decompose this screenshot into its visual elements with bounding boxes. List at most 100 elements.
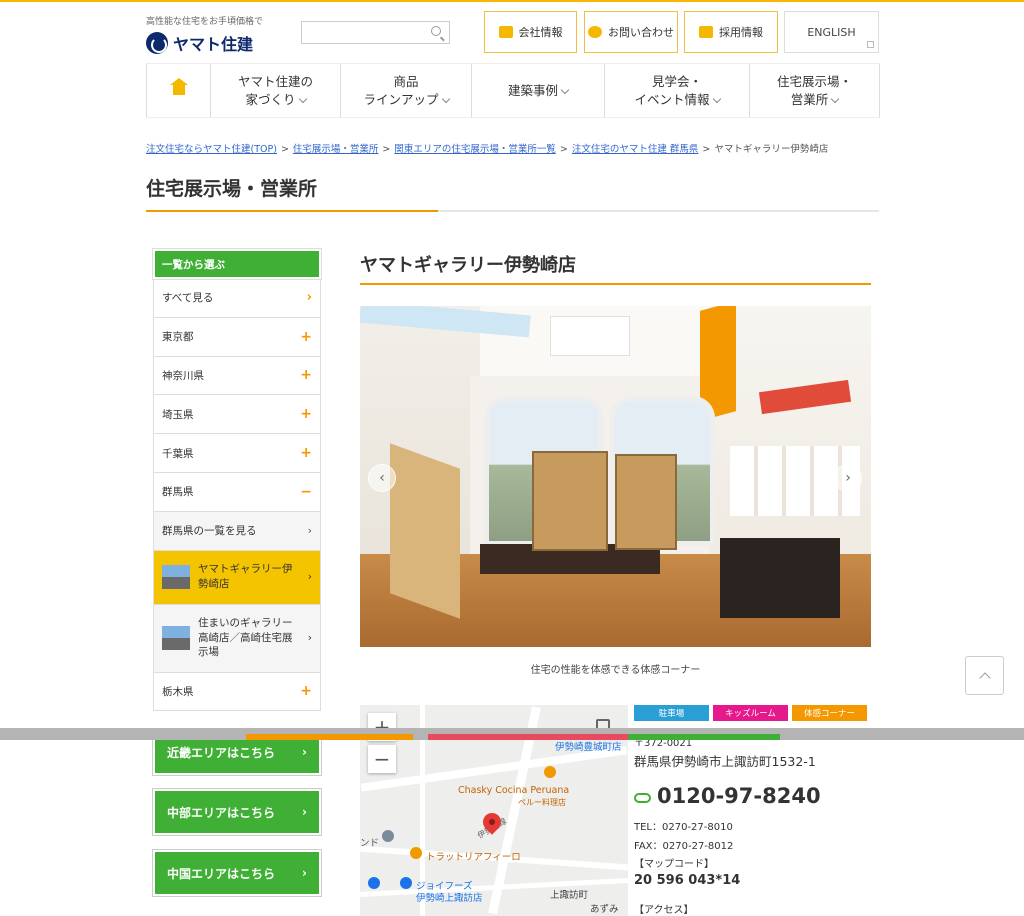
- map-zoom-out-button[interactable]: −: [368, 745, 396, 773]
- mapcode-value: 20 596 043*14: [634, 873, 741, 888]
- map-place-label: ンド: [360, 838, 380, 849]
- sidebar-store-label: 住まいのギャラリー高崎店／高崎住宅展示場: [198, 617, 293, 659]
- briefcase-icon: [699, 26, 713, 38]
- tag-experience-corner: 体感コーナー: [792, 705, 867, 721]
- page-title: 住宅展示場・営業所: [146, 178, 318, 200]
- plus-icon: +: [300, 406, 312, 423]
- nav-showrooms[interactable]: 住宅展示場・営業所: [749, 64, 880, 117]
- tel-number[interactable]: TEL：0270-27-8010: [634, 818, 733, 833]
- logo-text: ヤマト住建: [173, 35, 254, 54]
- chevron-down-icon: [560, 85, 570, 94]
- store-photo-carousel[interactable]: ‹ ›: [360, 306, 871, 647]
- area-button-label: 中部エリアはこちら: [167, 805, 276, 820]
- shopping-pin-icon[interactable]: [400, 877, 412, 889]
- tagline: 高性能な住宅をお手頃価格で: [146, 17, 264, 27]
- restaurant-pin-icon[interactable]: [544, 766, 556, 778]
- store-title-divider: [360, 283, 871, 285]
- map-area-label: 上諏訪町: [550, 890, 589, 901]
- breadcrumb-link[interactable]: 住宅展示場・営業所: [293, 144, 379, 155]
- breadcrumb-link[interactable]: 注文住宅のヤマト住建 群馬県: [572, 144, 699, 155]
- plus-icon: +: [300, 683, 312, 700]
- fax-number: FAX：0270-27-8012: [634, 841, 734, 852]
- photo-shelf: [390, 443, 460, 619]
- sidebar-store-takasaki[interactable]: 住まいのギャラリー高崎店／高崎住宅展示場 ›: [153, 604, 321, 673]
- sidebar-item-tokyo[interactable]: 東京都 +: [153, 317, 321, 357]
- map-place-label[interactable]: トラットリアフィーロ: [426, 849, 521, 863]
- chevron-right-icon: ›: [307, 571, 312, 584]
- breadcrumb-separator: >: [702, 144, 711, 155]
- sidebar-item-label: 神奈川県: [162, 369, 204, 382]
- nav-label: 営業所: [790, 91, 829, 107]
- sidebar-store-label: ヤマトギャラリー伊勢崎店: [198, 563, 293, 591]
- map-place-label[interactable]: 伊勢崎豊城町店: [555, 739, 622, 753]
- nav-label: 建築事例: [507, 82, 558, 98]
- sidebar-item-kanagawa[interactable]: 神奈川県 +: [153, 356, 321, 396]
- nav-lineup[interactable]: 商品ラインアップ: [340, 64, 471, 117]
- chevron-down-icon: [298, 94, 307, 103]
- store-address: 群馬県伊勢崎市上諏訪町1532-1: [634, 754, 816, 769]
- building-icon: [498, 26, 513, 38]
- breadcrumb-separator: >: [280, 144, 289, 155]
- restaurant-pin-icon[interactable]: [410, 847, 422, 859]
- sidebar-item-gunma[interactable]: 群馬県 −: [153, 472, 321, 512]
- chevron-right-icon: ›: [302, 805, 307, 819]
- recruit-button[interactable]: 採用情報: [684, 11, 778, 53]
- chevron-right-icon: ›: [307, 524, 312, 538]
- sidebar-item-label: 群馬県: [162, 486, 194, 499]
- chevron-right-icon: ›: [845, 470, 851, 486]
- chubu-area-button[interactable]: 中部エリアはこちら ›: [152, 788, 322, 836]
- carousel-prev-button[interactable]: ‹: [368, 464, 396, 492]
- breadcrumb-separator: >: [559, 144, 568, 155]
- photo-cork-board: [532, 451, 608, 551]
- map-area-label: あずみ: [590, 904, 619, 915]
- plus-icon: +: [300, 445, 312, 462]
- tag-parking: 駐車場: [634, 705, 709, 721]
- nav-label: 商品: [393, 74, 419, 89]
- nav-home[interactable]: [146, 64, 210, 117]
- nav-label: ラインアップ: [363, 91, 439, 107]
- overlay-tab-red[interactable]: [428, 734, 628, 740]
- chugoku-area-button[interactable]: 中国エリアはこちら ›: [152, 849, 322, 897]
- page-top-button[interactable]: [965, 656, 1004, 695]
- shopping-pin-icon[interactable]: [368, 877, 380, 889]
- nav-label: 家づくり: [245, 91, 296, 107]
- recruit-label: 採用情報: [719, 26, 763, 39]
- sidebar-sub-gunma-all[interactable]: 群馬県の一覧を見る ›: [153, 511, 321, 551]
- search-input[interactable]: [301, 21, 450, 44]
- breadcrumb-link[interactable]: 注文住宅ならヤマト住建(TOP): [146, 144, 277, 155]
- access-label: 【アクセス】: [634, 905, 694, 916]
- sidebar-item-saitama[interactable]: 埼玉県 +: [153, 395, 321, 435]
- english-label: ENGLISH: [807, 25, 856, 39]
- chevron-right-icon: ›: [302, 866, 307, 880]
- site-logo[interactable]: ヤマト住建: [146, 31, 253, 55]
- breadcrumb: 注文住宅ならヤマト住建(TOP) > 住宅展示場・営業所 > 関東エリアの住宅展示場・営…: [146, 141, 828, 155]
- sidebar-item-chiba[interactable]: 千葉県 +: [153, 434, 321, 473]
- plus-icon: +: [300, 367, 312, 384]
- contact-button[interactable]: お問い合わせ: [584, 11, 678, 53]
- sidebar-item-all[interactable]: すべて見る ›: [153, 279, 321, 318]
- area-button-label: 近畿エリアはこちら: [167, 745, 276, 760]
- store-thumbnail: [162, 565, 190, 590]
- nav-events[interactable]: 見学会・ イベント情報: [604, 64, 749, 117]
- breadcrumb-separator: >: [382, 144, 391, 155]
- photo-cork-board: [615, 454, 677, 550]
- search-icon[interactable]: [431, 26, 441, 36]
- contact-label: お問い合わせ: [608, 26, 674, 39]
- breadcrumb-link[interactable]: 関東エリアの住宅展示場・営業所一覧: [394, 144, 556, 155]
- nav-house-building[interactable]: ヤマト住建の 家づくり: [210, 64, 340, 117]
- carousel-next-button[interactable]: ›: [834, 464, 862, 492]
- tag-kids-room: キッズルーム: [713, 705, 788, 721]
- chevron-down-icon: [831, 94, 840, 103]
- free-dial[interactable]: 0120-97-8240: [634, 784, 821, 808]
- overlay-tab-orange[interactable]: [246, 734, 413, 740]
- map-place-label[interactable]: Chasky Cocina Peruana: [458, 785, 569, 796]
- nav-case-studies[interactable]: 建築事例: [471, 64, 604, 117]
- nav-label: 住宅展示場・: [776, 74, 852, 89]
- company-info-button[interactable]: 会社情報: [484, 11, 577, 53]
- map-poi-icon[interactable]: [382, 830, 394, 842]
- english-button[interactable]: ENGLISH: [784, 11, 879, 53]
- chevron-down-icon: [712, 94, 721, 103]
- sidebar-item-tochigi[interactable]: 栃木県 +: [153, 672, 321, 712]
- overlay-tab-green[interactable]: [628, 734, 780, 740]
- sidebar-store-isesaki[interactable]: ヤマトギャラリー伊勢崎店 ›: [153, 550, 321, 605]
